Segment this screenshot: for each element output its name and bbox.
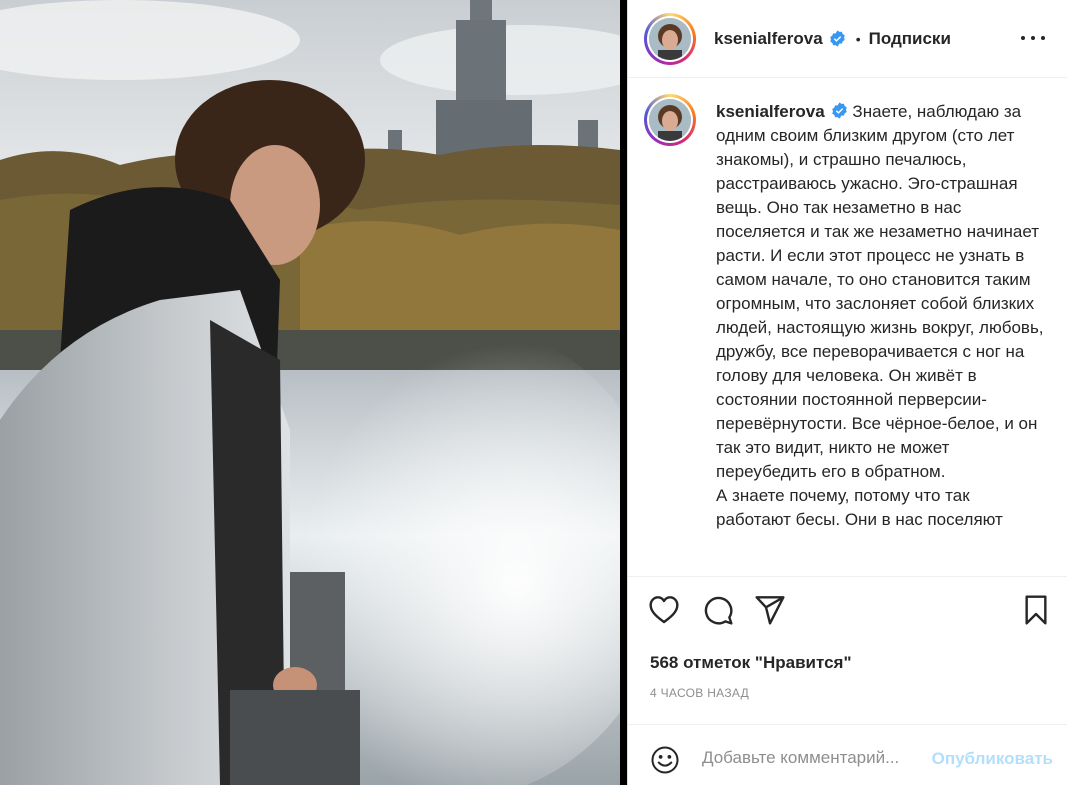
post-image [0, 0, 620, 785]
bookmark-icon[interactable] [1020, 594, 1052, 626]
post-header: ksenialferova • Подписки [628, 0, 1067, 78]
avatar[interactable] [644, 12, 696, 65]
comment-bar: Опубликовать [628, 724, 1067, 785]
divider [628, 576, 1067, 577]
heart-icon[interactable] [648, 594, 680, 626]
avatar-image [649, 17, 691, 60]
caption-body: Знаете, наблюдаю за одним своим близким … [716, 102, 1044, 529]
caption-area: ksenialferova Знаете, наблюдаю за одним … [628, 78, 1067, 572]
likes-count[interactable]: 568 отметок "Нравится" [650, 653, 852, 673]
caption-text: ksenialferova Знаете, наблюдаю за одним … [716, 100, 1046, 532]
publish-button[interactable]: Опубликовать [932, 749, 1053, 769]
post-time[interactable]: 4 ЧАСОВ НАЗАД [650, 686, 749, 700]
verified-badge-icon [831, 102, 847, 119]
username-link[interactable]: ksenialferova [714, 29, 823, 49]
caption-avatar[interactable] [644, 94, 696, 146]
paper-plane-icon[interactable] [754, 594, 786, 626]
more-options-icon[interactable] [1021, 26, 1045, 50]
avatar-image [649, 99, 691, 141]
caption-username[interactable]: ksenialferova [716, 102, 825, 121]
separator-dot: • [855, 30, 861, 47]
comment-icon[interactable] [702, 594, 734, 626]
action-bar [648, 594, 1048, 630]
comment-input[interactable] [702, 743, 922, 773]
post-photo[interactable] [0, 0, 620, 785]
following-button[interactable]: Подписки [869, 29, 951, 49]
verified-badge-icon [829, 30, 845, 47]
smiley-icon[interactable] [650, 745, 680, 775]
post-panel: ksenialferova • Подписки ksenialferova З… [627, 0, 1067, 785]
